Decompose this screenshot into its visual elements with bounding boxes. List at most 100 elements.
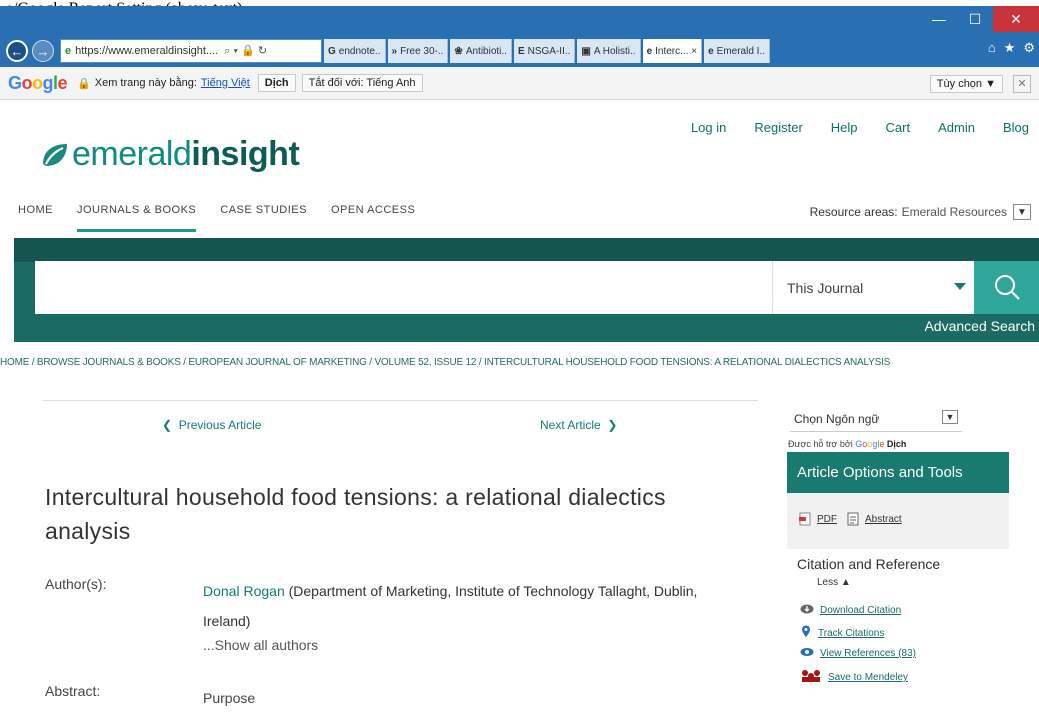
divider [43,400,758,401]
resource-areas-value[interactable]: Emerald Resources [902,205,1007,219]
nav-case-studies[interactable]: CASE STUDIES [220,204,307,232]
search-scope-select[interactable]: This Journal [772,261,980,314]
save-to-mendeley-link[interactable]: Save to Mendeley [800,669,908,686]
tab-favicon-icon: G [328,45,336,57]
address-bar[interactable]: e https://www.emeraldinsight.... ⌕ ▾ 🔒 ↻ [60,39,322,63]
previous-article-link[interactable]: ❮ Previous Article [162,418,261,432]
google-mini-logo: Google [855,439,885,449]
powered-by-google-translate: Được hỗ trợ bởi Google Dịch [788,439,906,449]
main-nav: HOME JOURNALS & BOOKS CASE STUDIES OPEN … [18,204,415,232]
abstract-link[interactable]: Abstract [865,514,902,525]
nav-home[interactable]: HOME [18,204,53,232]
emerald-leaf-icon [43,143,67,166]
author-link[interactable]: Donal Rogan [203,583,285,599]
chevron-right-icon: ❯ [600,418,618,432]
login-link[interactable]: Log in [691,120,726,135]
download-citation-link[interactable]: Download Citation [800,603,901,617]
citation-heading: Citation and Reference [797,556,941,572]
search-input[interactable] [35,261,789,314]
tab-label: Free 30-.. [400,45,444,57]
back-button[interactable]: ← [6,40,28,62]
map-pin-icon [800,625,812,641]
less-toggle[interactable]: Less ▲ [817,577,851,588]
article-options-heading: Article Options and Tools [787,452,1009,493]
download-links-row: PDF Abstract [799,512,912,526]
tab-label: A Holisti.. [593,45,636,57]
authors-label: Author(s): [45,576,107,592]
browser-tab[interactable]: » Free 30-.. [387,39,449,63]
view-references-label: View References (83) [820,648,916,659]
translate-label: Dịch [886,439,907,449]
logo-text-regular: emerald [72,135,192,173]
tab-label: Emerald I.. [716,45,766,57]
search-band: This Journal Advanced Search [14,238,1039,342]
tab-label: Interc... × [655,45,698,57]
tab-favicon-icon: E [517,45,525,57]
chevron-down-icon[interactable]: ▼ [1013,204,1031,220]
article-options-box: PDF Abstract [787,493,1009,549]
browser-chrome: — ☐ ✕ ← → e https://www.emeraldinsight..… [0,6,1039,67]
save-to-mendeley-label: Save to Mendeley [828,672,909,683]
blog-link[interactable]: Blog [1003,120,1029,135]
nav-journals-books[interactable]: JOURNALS & BOOKS [77,204,197,232]
next-article-link[interactable]: Next Article ❯ [540,418,617,432]
search-button[interactable] [974,261,1039,314]
home-icon[interactable]: ⌂ [988,40,996,56]
show-all-authors-link[interactable]: ...Show all authors [203,637,318,653]
emerald-insight-logo[interactable]: emerald insight [40,135,300,174]
chevron-left-icon: ❮ [162,418,179,432]
language-select[interactable]: Chọn Ngôn ngữ ▼ [790,406,962,432]
close-window-button[interactable]: ✕ [993,6,1039,32]
help-link[interactable]: Help [831,120,858,135]
language-select-label: Chọn Ngôn ngữ [794,411,880,426]
admin-link[interactable]: Admin [938,120,975,135]
browser-tab[interactable]: E NSGA-II.. [513,39,576,63]
favorites-star-icon[interactable]: ★ [1004,40,1016,56]
tab-favicon-icon: e [708,45,714,57]
translate-button[interactable]: Dịch [257,74,296,92]
site-favicon-icon: e [65,45,72,57]
register-link[interactable]: Register [754,120,802,135]
top-links: Log in Register Help Cart Admin Blog [691,120,1029,135]
track-citations-link[interactable]: Track Citations [800,625,884,641]
browser-tab[interactable]: ❀ Antibioti.. [450,39,512,63]
tab-favicon-icon: e [646,45,653,57]
nav-open-access[interactable]: OPEN ACCESS [331,204,415,232]
cloud-download-icon [800,603,814,617]
advanced-search-link[interactable]: Advanced Search [924,318,1035,334]
language-dropdown[interactable]: Tiếng Việt [201,77,250,89]
caret-down-icon [954,283,966,290]
browser-tab[interactable]: e Emerald I.. [704,39,771,63]
view-references-link[interactable]: View References (83) [800,647,916,660]
always-translate-button[interactable]: Tắt đối với: Tiếng Anh [301,74,423,92]
pdf-link[interactable]: PDF [817,514,837,525]
address-controls[interactable]: ⌕ ▾ 🔒 ↻ [224,44,267,58]
toolbar-icons: ⌂ ★ ⚙ [988,40,1035,56]
settings-gear-icon[interactable]: ⚙ [1023,40,1035,56]
translate-options-button[interactable]: Tùy chọn ▼ [929,75,1003,93]
tab-list: Gendnote..» Free 30-.. ❀ Antibioti.. E NSGA-I… [322,39,771,63]
maximize-button[interactable]: ☐ [957,6,993,32]
tab-label: NSGA-II.. [527,45,571,57]
browser-tab[interactable]: e Interc... × [642,39,703,63]
cart-link[interactable]: Cart [886,120,911,135]
pdf-icon [799,512,811,526]
browser-tab[interactable]: Gendnote.. [324,39,386,63]
browser-tab[interactable]: ▣ A Holisti.. [577,39,641,63]
tab-favicon-icon: » [391,45,398,57]
logo-text-bold: insight [191,135,300,173]
view-page-in-label: Xem trang này bằng: [94,77,197,89]
breadcrumb[interactable]: HOME / BROWSE JOURNALS & BOOKS / EUROPEA… [0,357,1039,368]
eye-icon [800,647,814,660]
translate-close-icon[interactable]: ✕ [1013,75,1031,93]
minimize-button[interactable]: — [921,6,957,32]
previous-article-label: Previous Article [178,418,262,432]
abstract-label: Abstract: [45,683,101,699]
abstract-icon [847,512,859,526]
forward-button[interactable]: → [32,40,54,62]
tab-label: Antibioti.. [465,45,507,57]
track-citations-label: Track Citations [818,627,885,639]
google-logo: Google [8,72,68,93]
lock-icon: 🔒 [77,77,91,90]
tab-favicon-icon: ▣ [581,45,591,57]
